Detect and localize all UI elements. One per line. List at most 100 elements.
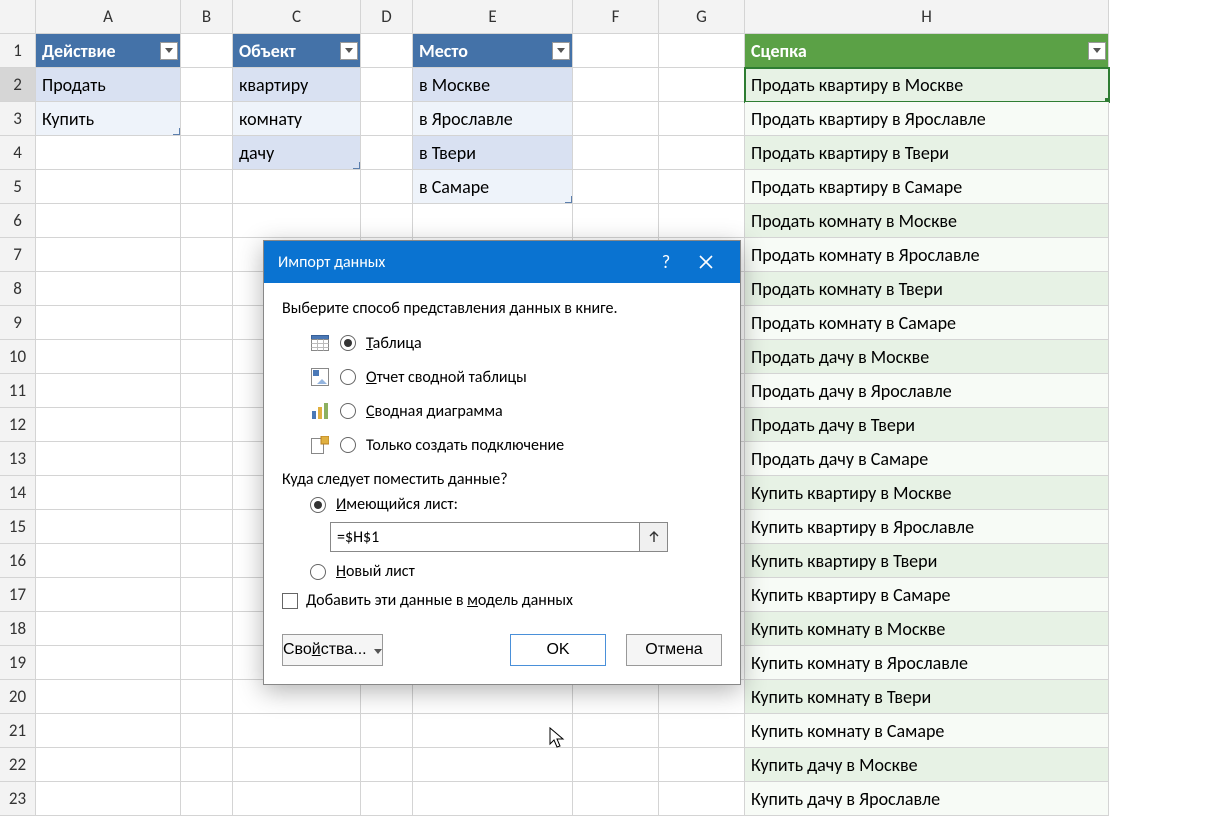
cell-G2[interactable] (659, 68, 745, 102)
cell-B3[interactable] (181, 102, 233, 136)
cell-A12[interactable] (36, 408, 181, 442)
cell-B11[interactable] (181, 374, 233, 408)
cell-H23[interactable]: Купить дачу в Ярославле (745, 782, 1109, 816)
cell-B14[interactable] (181, 476, 233, 510)
cell-A19[interactable] (36, 646, 181, 680)
cell-C1[interactable]: Объект (233, 34, 361, 68)
cell-A22[interactable] (36, 748, 181, 782)
cell-C5[interactable] (233, 170, 361, 204)
filter-button[interactable] (160, 42, 178, 60)
cell-B18[interactable] (181, 612, 233, 646)
cell-G3[interactable] (659, 102, 745, 136)
range-reference-input[interactable] (330, 522, 640, 552)
cell-C22[interactable] (233, 748, 361, 782)
cell-A6[interactable] (36, 204, 181, 238)
cell-F5[interactable] (573, 170, 659, 204)
row-header[interactable]: 1 (0, 34, 36, 68)
cell-G21[interactable] (659, 714, 745, 748)
cell-C20[interactable] (233, 680, 361, 714)
ok-button[interactable]: OK (510, 634, 606, 666)
cell-D6[interactable] (361, 204, 413, 238)
radio-pivot-chart[interactable] (340, 403, 356, 419)
cell-F22[interactable] (573, 748, 659, 782)
help-button[interactable]: ? (646, 241, 686, 283)
row-header[interactable]: 15 (0, 510, 36, 544)
cell-E2[interactable]: в Москве (413, 68, 573, 102)
row-header[interactable]: 14 (0, 476, 36, 510)
cell-G6[interactable] (659, 204, 745, 238)
radio-table[interactable] (340, 335, 356, 351)
cell-A18[interactable] (36, 612, 181, 646)
dialog-titlebar[interactable]: Импорт данных ? (264, 241, 740, 283)
cell-A14[interactable] (36, 476, 181, 510)
cell-B4[interactable] (181, 136, 233, 170)
cell-A2[interactable]: Продать (36, 68, 181, 102)
cell-B9[interactable] (181, 306, 233, 340)
select-all-cell[interactable] (0, 0, 36, 34)
cell-A5[interactable] (36, 170, 181, 204)
cell-C21[interactable] (233, 714, 361, 748)
row-header[interactable]: 7 (0, 238, 36, 272)
cell-B8[interactable] (181, 272, 233, 306)
cell-C2[interactable]: квартиру (233, 68, 361, 102)
cell-A7[interactable] (36, 238, 181, 272)
cell-H6[interactable]: Продать комнату в Москве (745, 204, 1109, 238)
row-header[interactable]: 2 (0, 68, 36, 102)
column-header[interactable]: G (659, 0, 745, 34)
cell-H5[interactable]: Продать квартиру в Самаре (745, 170, 1109, 204)
radio-connection-only[interactable] (340, 437, 356, 453)
cell-H10[interactable]: Продать дачу в Москве (745, 340, 1109, 374)
cell-E3[interactable]: в Ярославле (413, 102, 573, 136)
cell-H14[interactable]: Купить квартиру в Москве (745, 476, 1109, 510)
cell-D1[interactable] (361, 34, 413, 68)
cell-F4[interactable] (573, 136, 659, 170)
cell-B21[interactable] (181, 714, 233, 748)
cell-A10[interactable] (36, 340, 181, 374)
cancel-button[interactable]: Отмена (626, 634, 722, 666)
row-header[interactable]: 3 (0, 102, 36, 136)
cell-D3[interactable] (361, 102, 413, 136)
row-header[interactable]: 4 (0, 136, 36, 170)
cell-A1[interactable]: Действие (36, 34, 181, 68)
cell-A16[interactable] (36, 544, 181, 578)
cell-C3[interactable]: комнату (233, 102, 361, 136)
cell-E1[interactable]: Место (413, 34, 573, 68)
range-selector-button[interactable] (640, 522, 668, 552)
cell-H2[interactable]: Продать квартиру в Москве (745, 68, 1109, 102)
row-header[interactable]: 18 (0, 612, 36, 646)
row-header[interactable]: 23 (0, 782, 36, 816)
row-header[interactable]: 17 (0, 578, 36, 612)
cell-H17[interactable]: Купить квартиру в Самаре (745, 578, 1109, 612)
cell-F20[interactable] (573, 680, 659, 714)
cell-H8[interactable]: Продать комнату в Твери (745, 272, 1109, 306)
cell-H19[interactable]: Купить комнату в Ярославле (745, 646, 1109, 680)
cell-G4[interactable] (659, 136, 745, 170)
cell-B12[interactable] (181, 408, 233, 442)
cell-H22[interactable]: Купить дачу в Москве (745, 748, 1109, 782)
cell-A9[interactable] (36, 306, 181, 340)
column-header[interactable]: B (181, 0, 233, 34)
properties-button[interactable]: Свойства... (282, 634, 383, 666)
row-header[interactable]: 13 (0, 442, 36, 476)
cell-D22[interactable] (361, 748, 413, 782)
row-header[interactable]: 10 (0, 340, 36, 374)
cell-H20[interactable]: Купить комнату в Твери (745, 680, 1109, 714)
cell-A3[interactable]: Купить (36, 102, 181, 136)
cell-H4[interactable]: Продать квартиру в Твери (745, 136, 1109, 170)
cell-B15[interactable] (181, 510, 233, 544)
cell-A23[interactable] (36, 782, 181, 816)
cell-D23[interactable] (361, 782, 413, 816)
cell-D5[interactable] (361, 170, 413, 204)
cell-H11[interactable]: Продать дачу в Ярославле (745, 374, 1109, 408)
cell-F21[interactable] (573, 714, 659, 748)
cell-B17[interactable] (181, 578, 233, 612)
cell-E21[interactable] (413, 714, 573, 748)
column-header[interactable]: E (413, 0, 573, 34)
column-header[interactable]: D (361, 0, 413, 34)
cell-G20[interactable] (659, 680, 745, 714)
cell-F1[interactable] (573, 34, 659, 68)
cell-F2[interactable] (573, 68, 659, 102)
cell-H12[interactable]: Продать дачу в Твери (745, 408, 1109, 442)
cell-A8[interactable] (36, 272, 181, 306)
cell-B23[interactable] (181, 782, 233, 816)
